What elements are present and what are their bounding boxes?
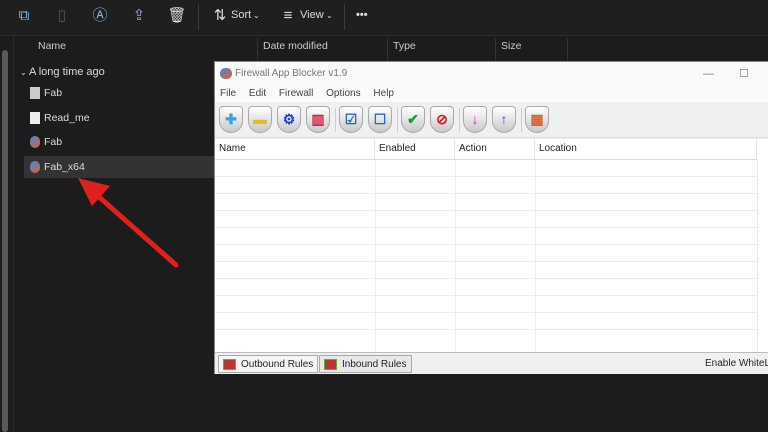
red-arrow-annotation xyxy=(78,178,179,268)
arrow-shaft xyxy=(95,193,179,268)
